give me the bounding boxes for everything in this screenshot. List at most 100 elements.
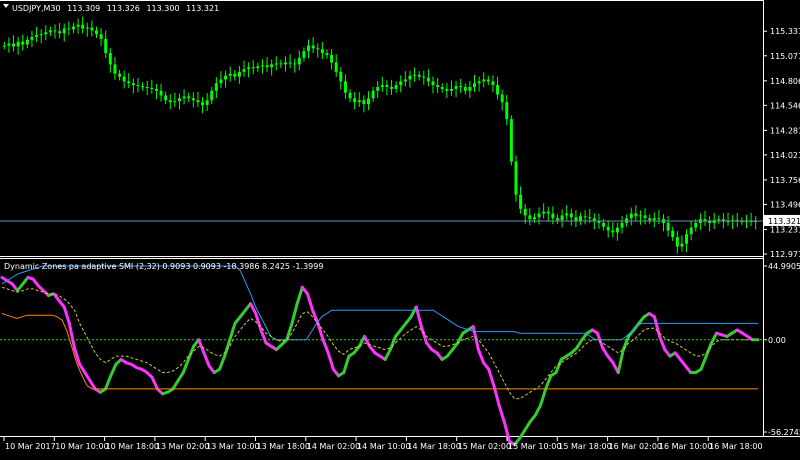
candle-body	[436, 85, 440, 88]
candle	[224, 70, 228, 88]
smi-segment	[616, 348, 625, 375]
indicator-axis: 44.9905 0.00 -56.2745	[763, 262, 800, 437]
price-panel	[0, 16, 763, 254]
time-tick-label: 10 Mar 10:00	[55, 442, 108, 451]
candle-body	[555, 218, 559, 221]
candle	[509, 115, 513, 166]
candle	[703, 210, 707, 226]
candle	[648, 214, 652, 224]
candle-body	[173, 101, 177, 103]
current-price-label: 113.321	[768, 217, 800, 226]
candle	[2, 41, 6, 50]
candle-body	[108, 53, 112, 65]
candle-body	[67, 28, 71, 30]
candle	[288, 54, 292, 69]
time-tick-label: 10 Mar 18:00	[106, 442, 159, 451]
candle-body	[325, 53, 329, 55]
candle-body	[237, 71, 241, 77]
candle-body	[127, 81, 131, 84]
candle-body	[343, 81, 347, 93]
candle-body	[417, 74, 421, 77]
candle	[274, 56, 278, 71]
candle	[311, 37, 315, 54]
candle	[629, 207, 633, 226]
candle	[574, 210, 578, 228]
candle	[81, 16, 85, 34]
time-tick-label: 14 Mar 10:00	[357, 442, 410, 451]
smi-segment	[202, 351, 211, 368]
candle-body	[320, 49, 324, 54]
candle-body	[422, 76, 426, 78]
candle	[228, 66, 232, 82]
smi-segment	[228, 321, 237, 342]
candle	[546, 206, 550, 222]
symbol-title: USDJPY,M30	[12, 4, 61, 13]
candle-body	[191, 98, 195, 101]
candle-body	[399, 81, 403, 86]
candle	[708, 216, 712, 232]
smi-segment	[704, 341, 713, 358]
smi-segment	[295, 285, 304, 306]
candle-body	[219, 79, 223, 84]
candle	[95, 26, 98, 38]
candle	[16, 36, 20, 55]
candle-body	[150, 87, 154, 89]
candle	[44, 25, 48, 41]
candle	[48, 26, 52, 37]
time-tick-label: 16 Mar 18:00	[709, 442, 762, 451]
price-tick-label: 114.546	[770, 101, 800, 110]
candle-body	[357, 100, 361, 103]
candle-body	[652, 218, 656, 221]
candle	[201, 97, 205, 114]
candle-body	[214, 83, 218, 91]
candle	[417, 70, 421, 81]
price-tick-label: 112.971	[770, 250, 800, 259]
candle-body	[454, 86, 458, 89]
smi-segment	[109, 362, 118, 378]
candle-body	[546, 211, 550, 214]
candle-body	[307, 45, 311, 52]
candle-body	[362, 100, 366, 105]
candle-body	[620, 222, 624, 228]
candle-body	[330, 54, 334, 63]
candle	[399, 75, 403, 93]
smi-segment	[388, 334, 398, 352]
price-tick-label: 115.071	[770, 52, 800, 61]
candle	[569, 208, 573, 226]
candle	[459, 78, 463, 94]
candle	[445, 82, 449, 98]
candle-body	[270, 64, 274, 68]
candle	[196, 91, 200, 108]
smi-segment	[321, 338, 330, 355]
candle-body	[532, 217, 536, 220]
candle-body	[48, 30, 52, 33]
candle	[362, 95, 366, 113]
candle	[118, 70, 122, 81]
candle	[671, 226, 675, 241]
time-tick-label: 13 Mar 10:00	[206, 442, 259, 451]
candle-body	[500, 94, 504, 103]
candle	[403, 71, 407, 87]
candle	[735, 212, 739, 228]
candle	[685, 229, 689, 253]
candle	[519, 186, 523, 214]
candle-body	[284, 62, 287, 65]
smi-segment	[217, 354, 227, 371]
candle	[330, 48, 334, 70]
candle-body	[205, 100, 209, 105]
candle-body	[168, 100, 172, 103]
smi-segment	[652, 315, 662, 338]
candle-body	[602, 222, 606, 227]
quote-open: 113.309	[67, 4, 100, 13]
time-tick-label: 15 Mar 10:00	[508, 442, 561, 451]
candle-body	[671, 230, 675, 238]
candle-body	[85, 27, 89, 29]
candle-body	[71, 26, 75, 30]
chart-menu-arrow-icon[interactable]	[3, 4, 9, 8]
candle-body	[242, 69, 246, 72]
candle	[449, 80, 453, 96]
candle-body	[279, 63, 283, 65]
smi-segment	[150, 375, 159, 391]
candle-body	[440, 87, 444, 89]
candle	[565, 205, 569, 221]
